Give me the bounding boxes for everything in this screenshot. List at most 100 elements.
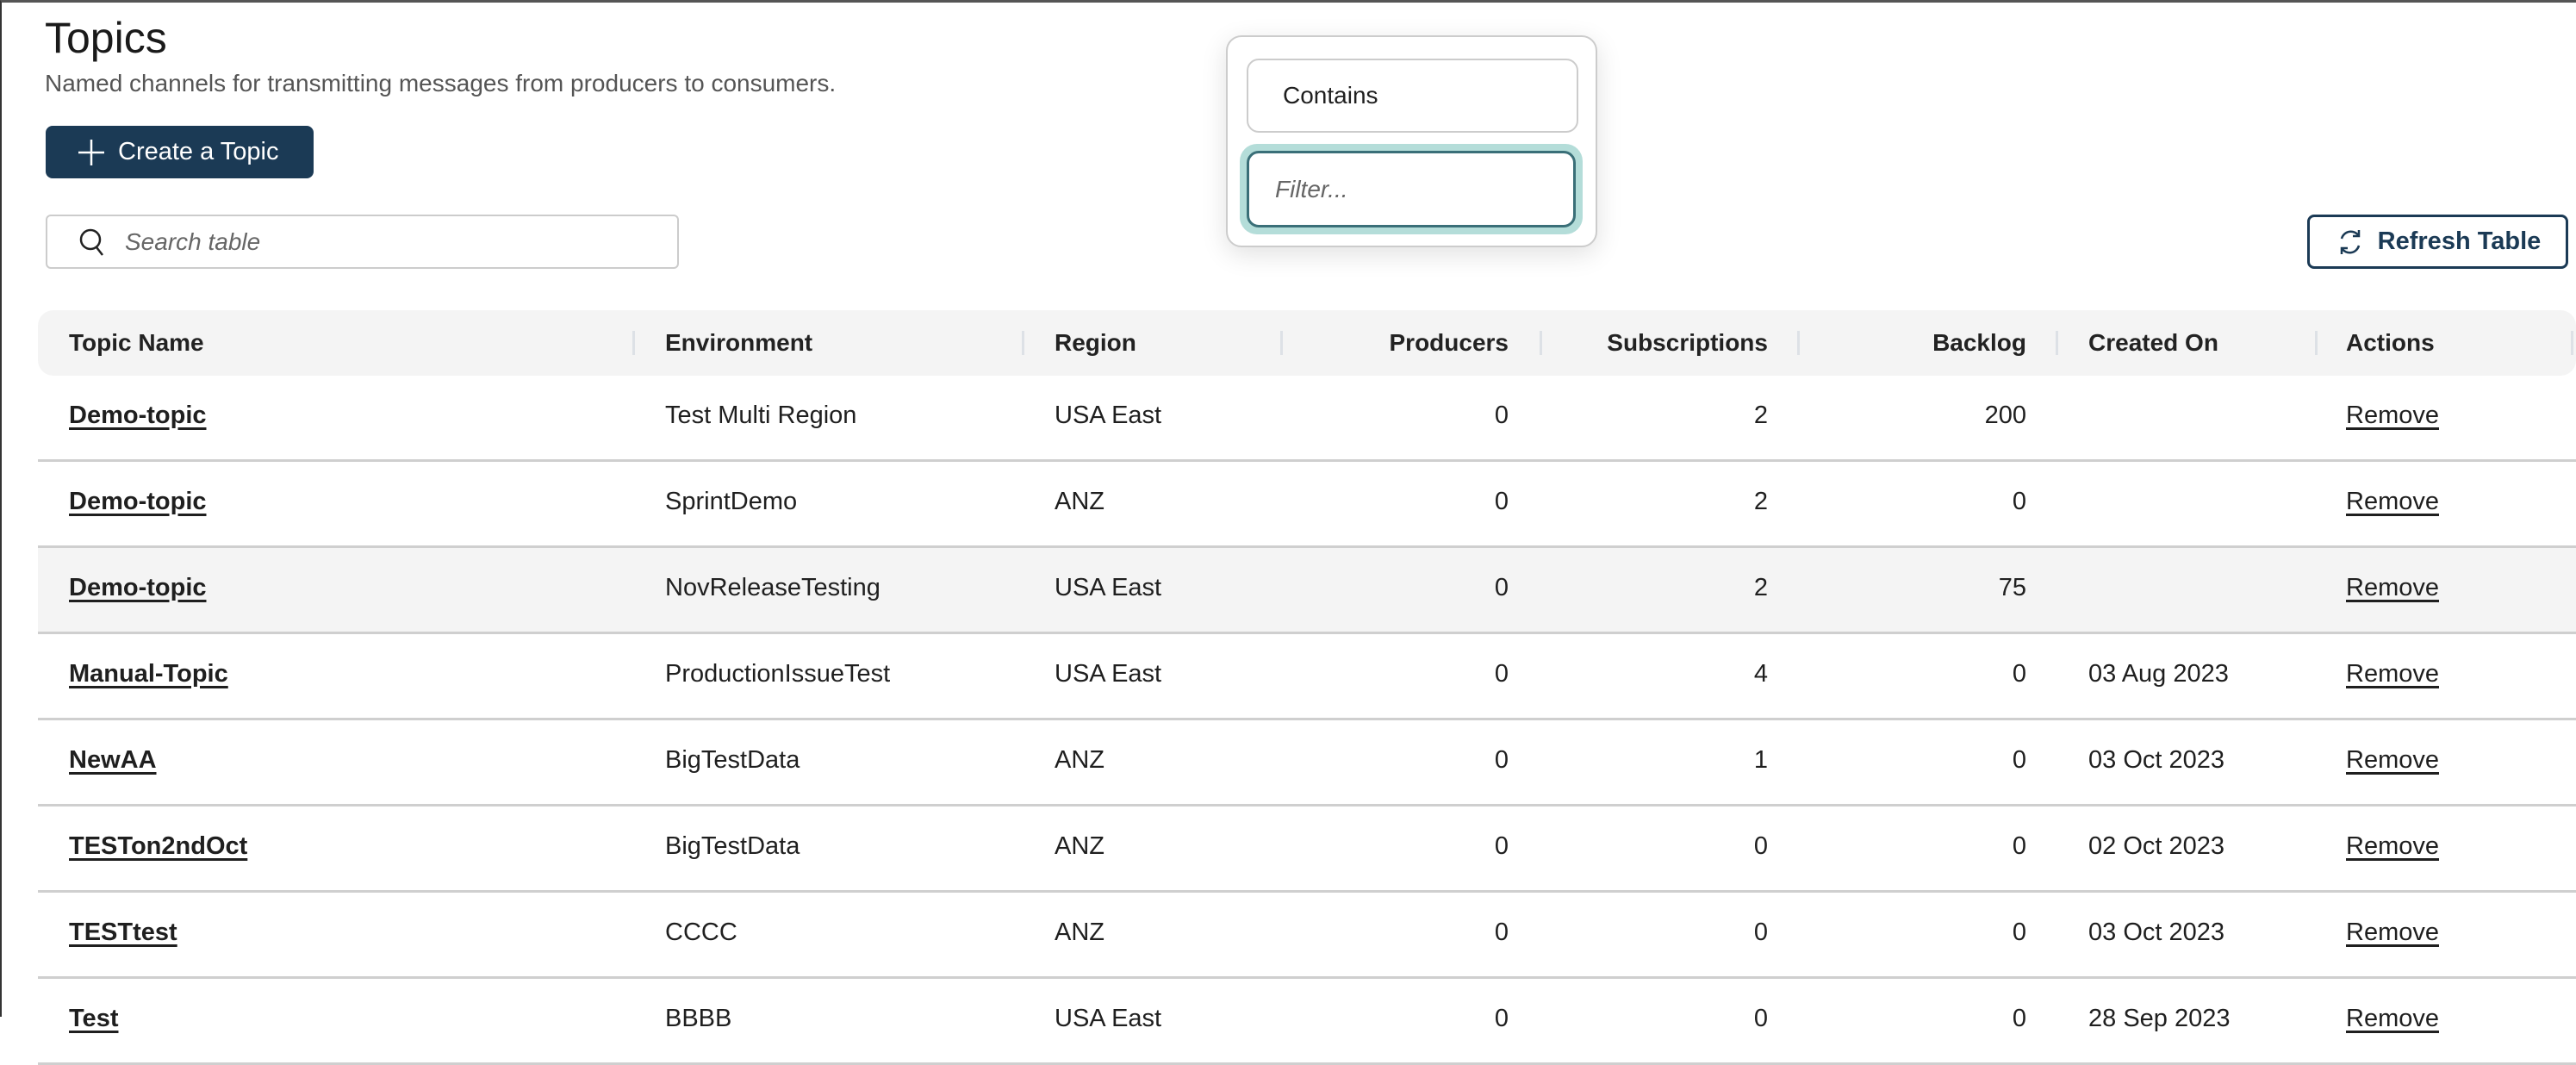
- environment-cell: ProductionIssueTest: [665, 660, 891, 688]
- column-resize-handle[interactable]: [2056, 331, 2058, 355]
- region-cell: ANZ: [1055, 832, 1104, 860]
- table-row: TESTtest CCCC ANZ 0 0 0 03 Oct 2023 Remove: [38, 893, 2576, 979]
- backlog-cell: 0: [2012, 1005, 2026, 1032]
- region-cell: USA East: [1055, 402, 1162, 429]
- table-header: Topic Name Environment Region Producers …: [38, 310, 2576, 376]
- table-row: NewAA BigTestData ANZ 0 1 0 03 Oct 2023 Remove: [38, 720, 2576, 807]
- filter-operator-select[interactable]: Contains: [1247, 59, 1578, 133]
- subscriptions-cell: 0: [1753, 832, 1768, 860]
- column-header-producers[interactable]: Producers: [1390, 329, 1509, 357]
- producers-cell: 0: [1494, 746, 1509, 774]
- remove-link[interactable]: Remove: [2346, 746, 2439, 775]
- column-header-actions: Actions: [2346, 329, 2435, 356]
- table-row: TESTon2ndOct BigTestData ANZ 0 0 0 02 Oct 2023…: [38, 807, 2576, 893]
- environment-cell: BBBB: [665, 1005, 732, 1032]
- subscriptions-cell: 1: [1753, 746, 1768, 774]
- region-cell: USA East: [1055, 1005, 1162, 1032]
- producers-cell: 0: [1494, 1005, 1509, 1032]
- subscriptions-cell: 0: [1753, 1005, 1768, 1032]
- producers-cell: 0: [1494, 832, 1509, 860]
- table-row: Demo-topic NovReleaseTesting USA East 0 2 75 R…: [38, 548, 2576, 634]
- filter-input[interactable]: [1247, 151, 1576, 227]
- remove-link[interactable]: Remove: [2346, 1005, 2439, 1033]
- topic-name-link[interactable]: NewAA: [69, 746, 157, 775]
- backlog-cell: 0: [2012, 919, 2026, 946]
- backlog-cell: 0: [2012, 746, 2026, 774]
- backlog-cell: 75: [1998, 574, 2026, 601]
- remove-link[interactable]: Remove: [2346, 832, 2439, 861]
- page-title: Topics: [45, 14, 167, 62]
- topic-name-link[interactable]: Manual-Topic: [69, 660, 228, 688]
- environment-cell: CCCC: [665, 919, 737, 946]
- producers-cell: 0: [1494, 660, 1509, 688]
- topic-name-link[interactable]: Demo-topic: [69, 402, 207, 430]
- refresh-table-label: Refresh Table: [2377, 227, 2542, 255]
- column-filter-popover: Contains: [1226, 35, 1597, 247]
- column-header-subscriptions[interactable]: Subscriptions: [1607, 329, 1768, 357]
- producers-cell: 0: [1494, 488, 1509, 515]
- backlog-cell: 0: [2012, 660, 2026, 688]
- search-input[interactable]: [125, 227, 642, 256]
- column-header-created-on[interactable]: Created On: [2088, 329, 2218, 357]
- refresh-table-button[interactable]: Refresh Table: [2307, 215, 2568, 269]
- subscriptions-cell: 4: [1753, 660, 1768, 688]
- region-cell: ANZ: [1055, 746, 1104, 774]
- remove-link[interactable]: Remove: [2346, 574, 2439, 602]
- topic-name-link[interactable]: Demo-topic: [69, 488, 207, 516]
- refresh-icon: [2340, 229, 2360, 254]
- table-row: Manual-Topic ProductionIssueTest USA East 0…: [38, 634, 2576, 720]
- producers-cell: 0: [1494, 919, 1509, 946]
- table-row: Demo-topic SprintDemo ANZ 0 2 0 Remove: [38, 462, 2576, 548]
- column-header-environment[interactable]: Environment: [665, 329, 812, 357]
- environment-cell: SprintDemo: [665, 488, 798, 515]
- region-cell: USA East: [1055, 574, 1162, 601]
- remove-link[interactable]: Remove: [2346, 660, 2439, 688]
- region-cell: USA East: [1055, 660, 1162, 688]
- created-on-cell: 03 Aug 2023: [2088, 660, 2229, 688]
- page-subtitle: Named channels for transmitting messages…: [45, 70, 837, 97]
- table-row: Demo-topic Test Multi Region USA East 0 2 200…: [38, 376, 2576, 462]
- subscriptions-cell: 2: [1753, 402, 1768, 429]
- backlog-cell: 0: [2012, 488, 2026, 515]
- environment-cell: BigTestData: [665, 832, 800, 860]
- backlog-cell: 0: [2012, 832, 2026, 860]
- column-header-topic-name[interactable]: Topic Name: [69, 329, 204, 357]
- create-topic-label: Create a Topic: [118, 138, 279, 165]
- remove-link[interactable]: Remove: [2346, 488, 2439, 516]
- producers-cell: 0: [1494, 574, 1509, 601]
- environment-cell: NovReleaseTesting: [665, 574, 880, 601]
- table-row: Test BBBB USA East 0 0 0 28 Sep 2023 Remove: [38, 979, 2576, 1065]
- search-box[interactable]: [46, 215, 679, 269]
- producers-cell: 0: [1494, 402, 1509, 429]
- plus-icon: [78, 139, 104, 165]
- subscriptions-cell: 2: [1753, 488, 1768, 515]
- column-header-backlog[interactable]: Backlog: [1932, 329, 2026, 357]
- topic-name-link[interactable]: TESTon2ndOct: [69, 832, 247, 861]
- region-cell: ANZ: [1055, 488, 1104, 515]
- remove-link[interactable]: Remove: [2346, 402, 2439, 430]
- column-header-region[interactable]: Region: [1055, 329, 1136, 357]
- remove-link[interactable]: Remove: [2346, 919, 2439, 947]
- column-resize-handle[interactable]: [1280, 331, 1283, 355]
- column-resize-handle[interactable]: [1022, 331, 1024, 355]
- column-resize-handle[interactable]: [1797, 331, 1800, 355]
- column-resize-handle[interactable]: [1540, 331, 1542, 355]
- filter-input-wrapper: [1240, 144, 1583, 234]
- topic-name-link[interactable]: Test: [69, 1005, 118, 1033]
- column-resize-handle[interactable]: [2315, 331, 2318, 355]
- created-on-cell: 03 Oct 2023: [2088, 919, 2224, 946]
- column-resize-handle[interactable]: [632, 331, 635, 355]
- topic-name-link[interactable]: TESTtest: [69, 919, 177, 947]
- created-on-cell: 03 Oct 2023: [2088, 746, 2224, 774]
- environment-cell: BigTestData: [665, 746, 800, 774]
- backlog-cell: 200: [1984, 402, 2026, 429]
- column-resize-handle[interactable]: [2571, 331, 2573, 355]
- subscriptions-cell: 2: [1753, 574, 1768, 601]
- region-cell: ANZ: [1055, 919, 1104, 946]
- subscriptions-cell: 0: [1753, 919, 1768, 946]
- create-topic-button[interactable]: Create a Topic: [46, 126, 314, 178]
- created-on-cell: 28 Sep 2023: [2088, 1005, 2231, 1032]
- topic-name-link[interactable]: Demo-topic: [69, 574, 207, 602]
- search-icon: [79, 228, 103, 256]
- created-on-cell: 02 Oct 2023: [2088, 832, 2224, 860]
